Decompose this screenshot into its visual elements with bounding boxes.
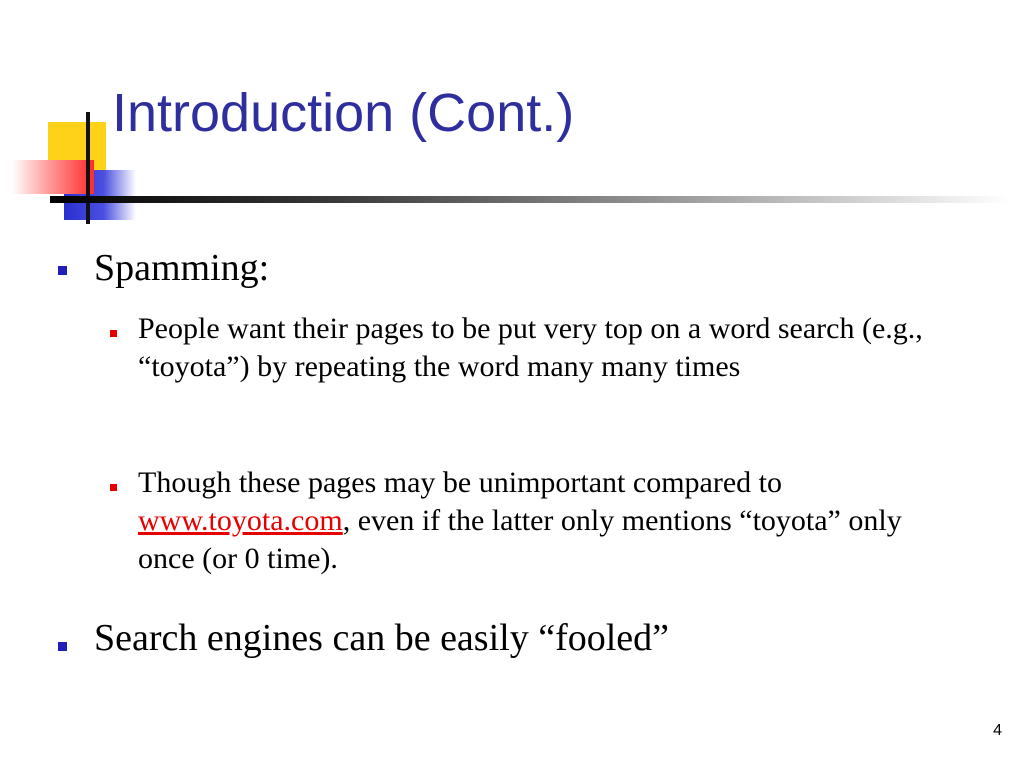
- bullet-search-engines-fooled: Search engines can be easily “fooled”: [94, 617, 670, 659]
- bullet-marker-blue-square: [58, 642, 67, 651]
- sub-bullet-text-before: Though these pages may be unimportant co…: [138, 466, 782, 499]
- page-number: 4: [993, 722, 1002, 739]
- sub-bullet-repeating-words: People want their pages to be put very t…: [138, 312, 923, 383]
- sub-bullet-unimportant-pages: Though these pages may be unimportant co…: [138, 464, 958, 578]
- toyota-link[interactable]: www.toyota.com: [138, 504, 343, 537]
- bullet-marker-blue-square: [58, 266, 67, 275]
- sub-bullet-marker-red-square: [110, 330, 117, 337]
- slide: Introduction (Cont.) Spamming: People wa…: [0, 0, 1024, 768]
- bullet-spamming: Spamming:: [94, 247, 270, 289]
- slide-body: Spamming: People want their pages to be …: [0, 0, 1024, 768]
- sub-bullet-marker-red-square: [110, 484, 117, 491]
